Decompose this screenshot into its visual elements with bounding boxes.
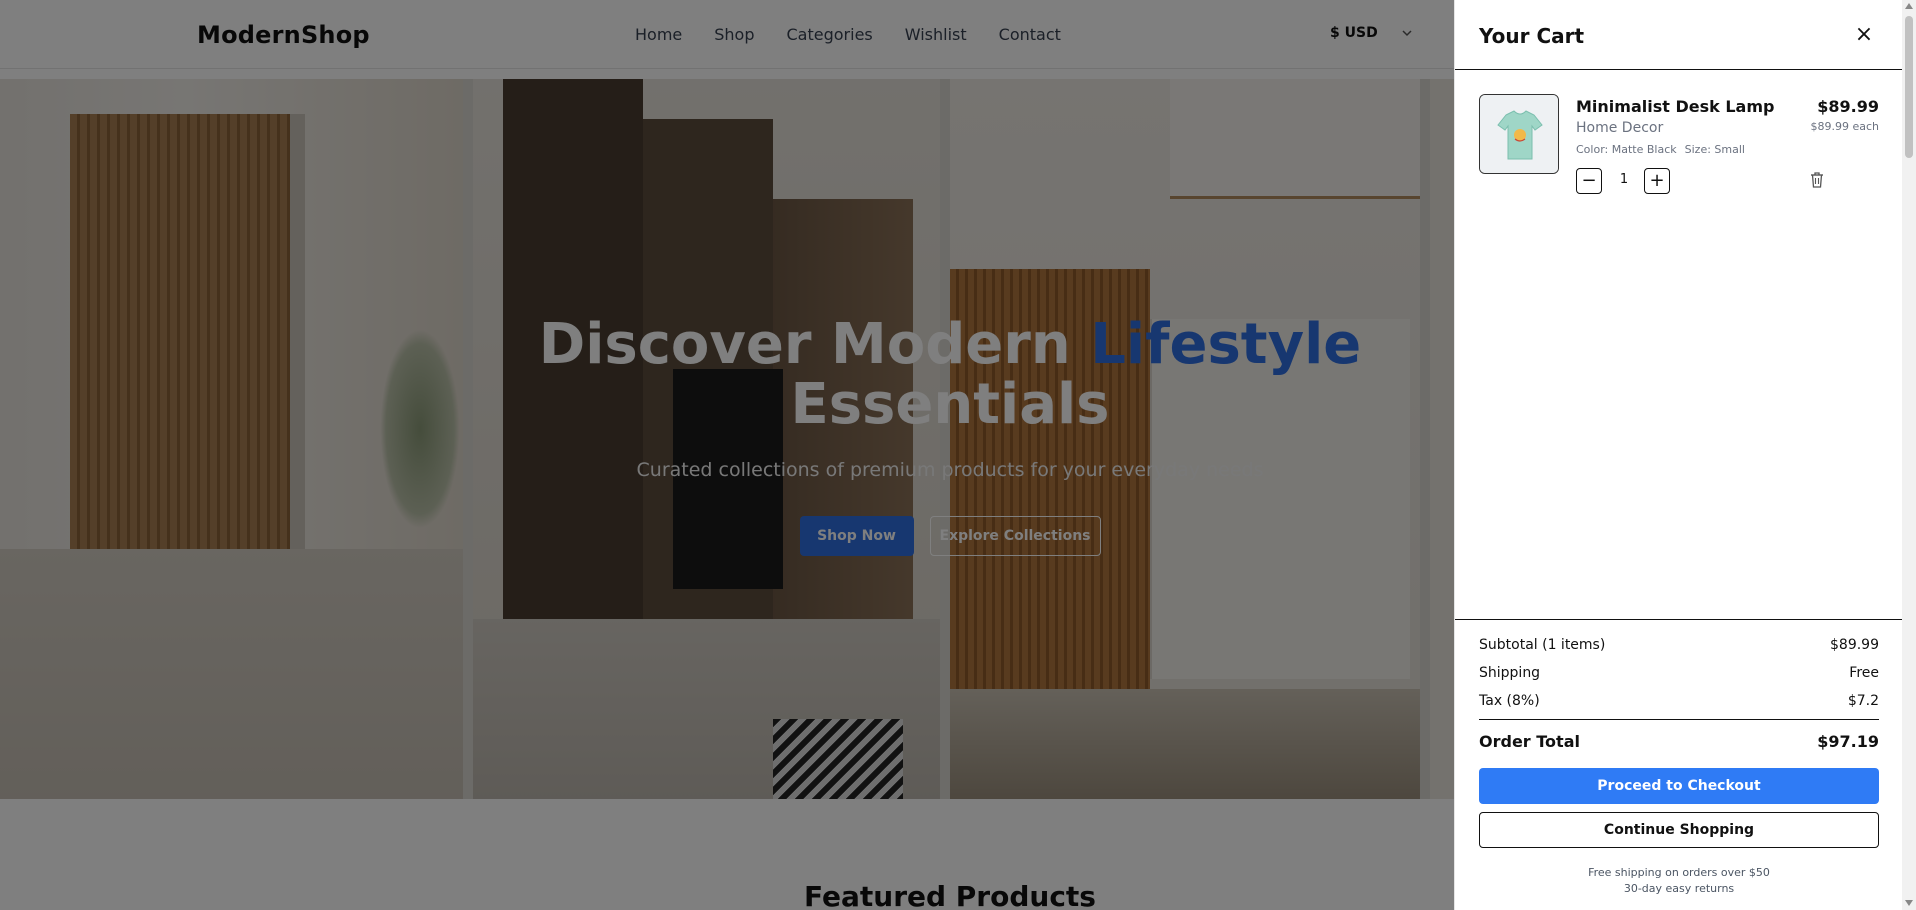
trash-icon[interactable] (1807, 170, 1827, 192)
tax-row: Tax (8%) $7.2 (1479, 693, 1879, 709)
returns-note: 30-day easy returns (1623, 882, 1735, 895)
shipping-row: Shipping Free (1479, 665, 1879, 681)
free-shipping-note: Free shipping on orders over $50 (1588, 866, 1770, 879)
scroll-up-arrow-icon[interactable] (1905, 3, 1913, 9)
order-summary: Subtotal (1 items) $89.99 Shipping Free … (1455, 619, 1903, 910)
scroll-down-arrow-icon[interactable] (1905, 900, 1913, 906)
close-icon[interactable]: × (1851, 22, 1877, 48)
quantity-value: 1 (1619, 172, 1629, 187)
cart-item-name[interactable]: Minimalist Desk Lamp (1576, 97, 1774, 116)
cart-item-category: Home Decor (1576, 120, 1664, 136)
checkout-button[interactable]: Proceed to Checkout (1479, 768, 1879, 804)
continue-shopping-button[interactable]: Continue Shopping (1479, 812, 1879, 848)
quantity-decrease-button[interactable]: − (1576, 168, 1602, 194)
cart-item-unit-price: $89.99 each (1810, 120, 1879, 133)
cart-item-size: Size: Small (1684, 143, 1745, 156)
order-total-row: Order Total $97.19 (1479, 732, 1879, 751)
cart-drawer: Your Cart × Minimalist Desk Lamp Home De… (1454, 0, 1903, 910)
order-total-value: $97.19 (1817, 732, 1879, 751)
cart-header: Your Cart × (1455, 0, 1903, 70)
cart-title: Your Cart (1479, 24, 1585, 48)
cart-item-options: Color: Matte Black Size: Small (1576, 143, 1745, 156)
shipping-value: Free (1849, 665, 1879, 681)
tax-label: Tax (8%) (1479, 693, 1540, 709)
summary-divider (1479, 719, 1879, 720)
tax-value: $7.2 (1847, 693, 1879, 709)
cart-item-price: $89.99 (1817, 97, 1879, 116)
quantity-increase-button[interactable]: + (1644, 168, 1670, 194)
subtotal-value: $89.99 (1830, 637, 1879, 653)
subtotal-label: Subtotal (1 items) (1479, 637, 1606, 653)
order-total-label: Order Total (1479, 732, 1580, 751)
scrollbar-thumb[interactable] (1905, 16, 1913, 158)
subtotal-row: Subtotal (1 items) $89.99 (1479, 637, 1879, 653)
tshirt-image-icon (1480, 95, 1558, 173)
cart-item-color: Color: Matte Black (1576, 143, 1677, 156)
cart-item: Minimalist Desk Lamp Home Decor Color: M… (1479, 94, 1879, 194)
product-thumbnail[interactable] (1479, 94, 1559, 174)
scrollbar[interactable] (1902, 0, 1916, 910)
shipping-label: Shipping (1479, 665, 1541, 681)
